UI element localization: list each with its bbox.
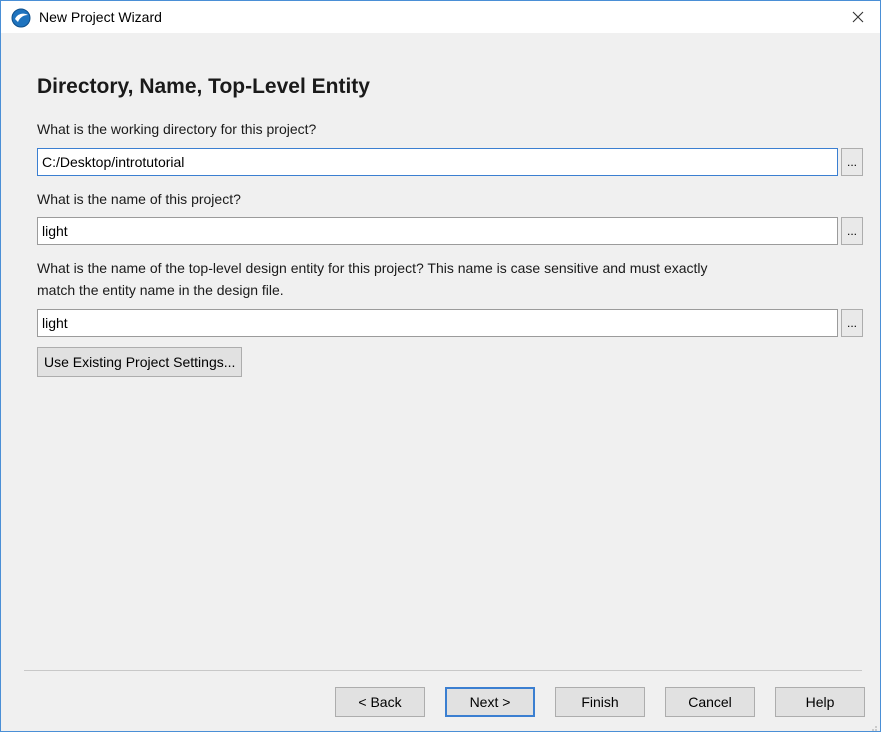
close-button[interactable]: [836, 1, 880, 33]
project-name-input[interactable]: [37, 217, 838, 245]
working-directory-browse-button[interactable]: ...: [841, 148, 863, 176]
close-icon: [852, 11, 864, 23]
project-name-label: What is the name of this project?: [37, 191, 241, 207]
new-project-wizard-dialog: New Project Wizard Directory, Name, Top-…: [0, 0, 881, 732]
finish-button[interactable]: Finish: [555, 687, 645, 717]
cancel-button[interactable]: Cancel: [665, 687, 755, 717]
top-level-entity-label-line1: What is the name of the top-level design…: [37, 260, 708, 276]
help-button[interactable]: Help: [775, 687, 865, 717]
working-directory-input[interactable]: [37, 148, 838, 176]
window-title: New Project Wizard: [39, 9, 162, 25]
top-level-entity-label-line2: match the entity name in the design file…: [37, 282, 284, 298]
back-button[interactable]: < Back: [335, 687, 425, 717]
resize-grip-icon[interactable]: [868, 719, 878, 731]
next-button[interactable]: Next >: [445, 687, 535, 717]
working-directory-label: What is the working directory for this p…: [37, 121, 317, 137]
quartus-app-icon: [11, 8, 31, 28]
top-level-entity-input[interactable]: [37, 309, 838, 337]
top-level-entity-browse-button[interactable]: ...: [841, 309, 863, 337]
project-name-browse-button[interactable]: ...: [841, 217, 863, 245]
footer-divider: [24, 670, 862, 671]
page-heading: Directory, Name, Top-Level Entity: [37, 75, 370, 98]
use-existing-project-settings-button[interactable]: Use Existing Project Settings...: [37, 347, 243, 377]
title-bar[interactable]: New Project Wizard: [1, 1, 880, 33]
